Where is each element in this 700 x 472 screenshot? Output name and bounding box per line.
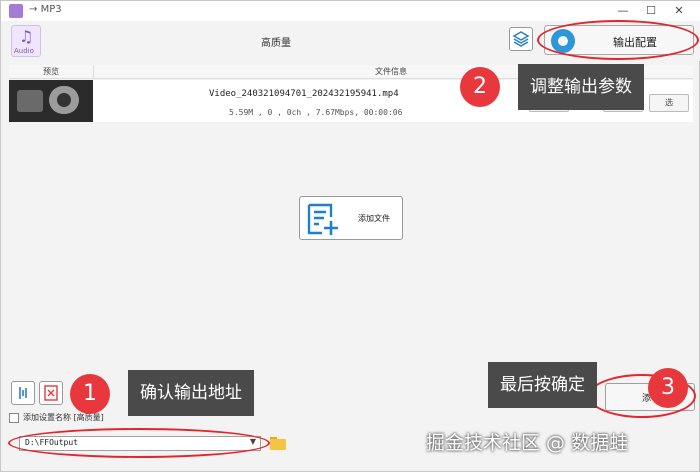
window-title-text: MP3 [40,4,62,15]
layers-icon [512,31,530,47]
highlight-oval-path [8,428,270,458]
annotation-callout-1: 确认输出地址 [128,370,254,416]
highlight-oval-config [537,20,699,60]
select-button[interactable]: 选 [649,94,689,112]
column-divider [93,65,94,79]
remove-button[interactable] [39,381,63,405]
audio-wave-button[interactable] [11,381,35,405]
annotation-number-3: 3 [648,368,688,408]
maximize-button[interactable]: ☐ [639,2,663,20]
app-icon [9,4,23,18]
minimize-button[interactable]: — [611,2,635,20]
browse-folder-button[interactable] [268,435,288,452]
annotation-callout-3: 最后按确定 [488,362,597,408]
window-title: → MP3 [29,4,62,15]
audio-icon-label: Audio [14,47,34,55]
quality-label: 高质量 [261,38,291,49]
add-file-label: 添加文件 [358,214,390,223]
title-bar: → MP3 — ☐ ✕ [1,1,700,21]
add-setting-name-checkbox[interactable] [9,413,19,423]
annotation-number-1: 1 [70,374,110,414]
watermark: 掘金技术社区 @ 数据蛙 [426,432,629,454]
annotation-callout-2: 调整输出参数 [518,64,644,110]
annotation-number-2: 2 [460,67,500,107]
column-preview: 预览 [43,67,59,76]
file-meta: 5.59M , 0 , 0ch , 7.67Mbps, 00:00:06 [229,108,403,117]
music-note-icon: ♫ [19,27,34,46]
file-name: Video_240321094701_202432195941.mp4 [209,89,399,99]
folder-icon [270,439,286,450]
close-button[interactable]: ✕ [667,2,691,20]
audio-format-icon[interactable]: ♫ Audio [11,25,41,57]
remove-icon [44,385,58,401]
column-file-info: 文件信息 [375,67,407,76]
audio-wave-icon [19,387,27,399]
add-file-button[interactable]: 添加文件 [299,196,403,240]
layers-button[interactable] [509,27,533,51]
video-thumbnail [9,80,93,122]
add-file-icon [307,203,338,235]
